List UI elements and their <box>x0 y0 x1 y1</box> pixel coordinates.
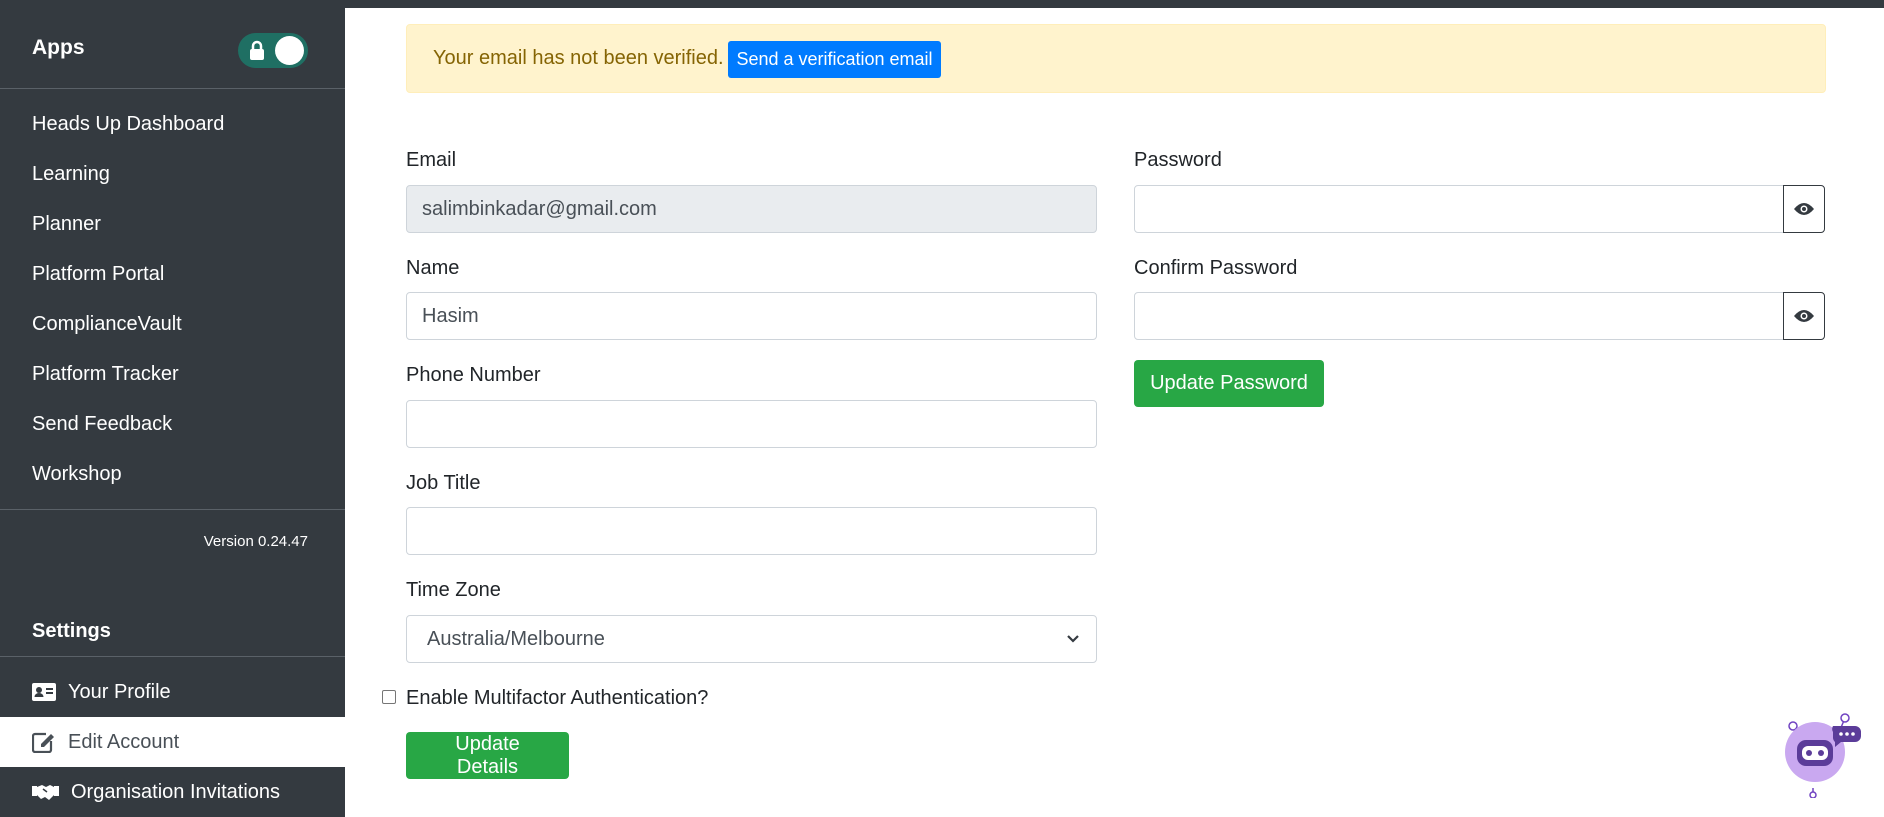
name-field[interactable]: Hasim <box>406 292 1097 340</box>
nav-send-feedback[interactable]: Send Feedback <box>32 413 172 436</box>
chatbot-robot-icon[interactable] <box>1783 710 1863 799</box>
nav-platform-tracker[interactable]: Platform Tracker <box>32 363 179 386</box>
email-unverified-alert: Your email has not been verified. Send a… <box>406 24 1826 93</box>
name-label: Name <box>406 257 460 279</box>
edit-icon <box>32 731 56 753</box>
nav-learning[interactable]: Learning <box>32 163 110 186</box>
divider <box>0 88 345 89</box>
settings-organisation-invitations[interactable]: Organisation Invitations <box>0 767 345 817</box>
nav-compliancevault[interactable]: ComplianceVault <box>32 313 182 336</box>
settings-item-label: Organisation Invitations <box>71 780 281 803</box>
eye-icon <box>1794 203 1814 215</box>
time-zone-value: Australia/Melbourne <box>427 627 605 650</box>
top-bar <box>345 0 1884 8</box>
send-verification-email-button[interactable]: Send a verification email <box>728 41 941 78</box>
show-confirm-password-button[interactable] <box>1783 292 1825 340</box>
show-password-button[interactable] <box>1783 185 1825 233</box>
settings-edit-account[interactable]: Edit Account <box>0 717 345 767</box>
lock-icon <box>250 40 264 60</box>
settings-your-profile[interactable]: Your Profile <box>0 667 345 717</box>
email-field: salimbinkadar@gmail.com <box>406 185 1097 233</box>
divider <box>0 509 345 510</box>
apps-lock-toggle[interactable] <box>238 33 308 68</box>
eye-icon <box>1794 310 1814 322</box>
password-field[interactable] <box>1134 185 1784 233</box>
nav-platform-portal[interactable]: Platform Portal <box>32 263 164 286</box>
nav-planner[interactable]: Planner <box>32 213 101 236</box>
settings-item-label: Edit Account <box>68 730 180 753</box>
phone-number-label: Phone Number <box>406 364 541 386</box>
id-card-icon <box>32 681 56 703</box>
nav-workshop[interactable]: Workshop <box>32 463 122 486</box>
toggle-knob <box>275 36 304 65</box>
time-zone-select[interactable]: Australia/Melbourne <box>406 615 1097 663</box>
update-details-button[interactable]: Update Details <box>406 732 569 779</box>
update-password-button[interactable]: Update Password <box>1134 360 1324 407</box>
job-title-field[interactable] <box>406 507 1097 555</box>
confirm-password-field[interactable] <box>1134 292 1784 340</box>
settings-item-label: Your Profile <box>68 680 171 703</box>
nav-heads-up-dashboard[interactable]: Heads Up Dashboard <box>32 113 224 136</box>
time-zone-label: Time Zone <box>406 579 501 601</box>
divider <box>0 656 345 657</box>
password-label: Password <box>1134 149 1222 171</box>
mfa-label: Enable Multifactor Authentication? <box>406 687 709 709</box>
phone-number-field[interactable] <box>406 400 1097 448</box>
apps-header: Apps <box>32 36 85 59</box>
version-label: Version 0.24.47 <box>203 533 308 550</box>
job-title-label: Job Title <box>406 472 481 494</box>
chevron-down-icon <box>1067 635 1079 643</box>
handshake-icon <box>32 781 59 803</box>
alert-message: Your email has not been verified. <box>433 47 724 69</box>
sidebar: Apps Heads Up Dashboard Learning Planner… <box>0 0 345 817</box>
settings-header: Settings <box>32 620 111 642</box>
mfa-checkbox[interactable] <box>382 690 396 704</box>
confirm-password-label: Confirm Password <box>1134 257 1298 279</box>
email-label: Email <box>406 149 457 171</box>
